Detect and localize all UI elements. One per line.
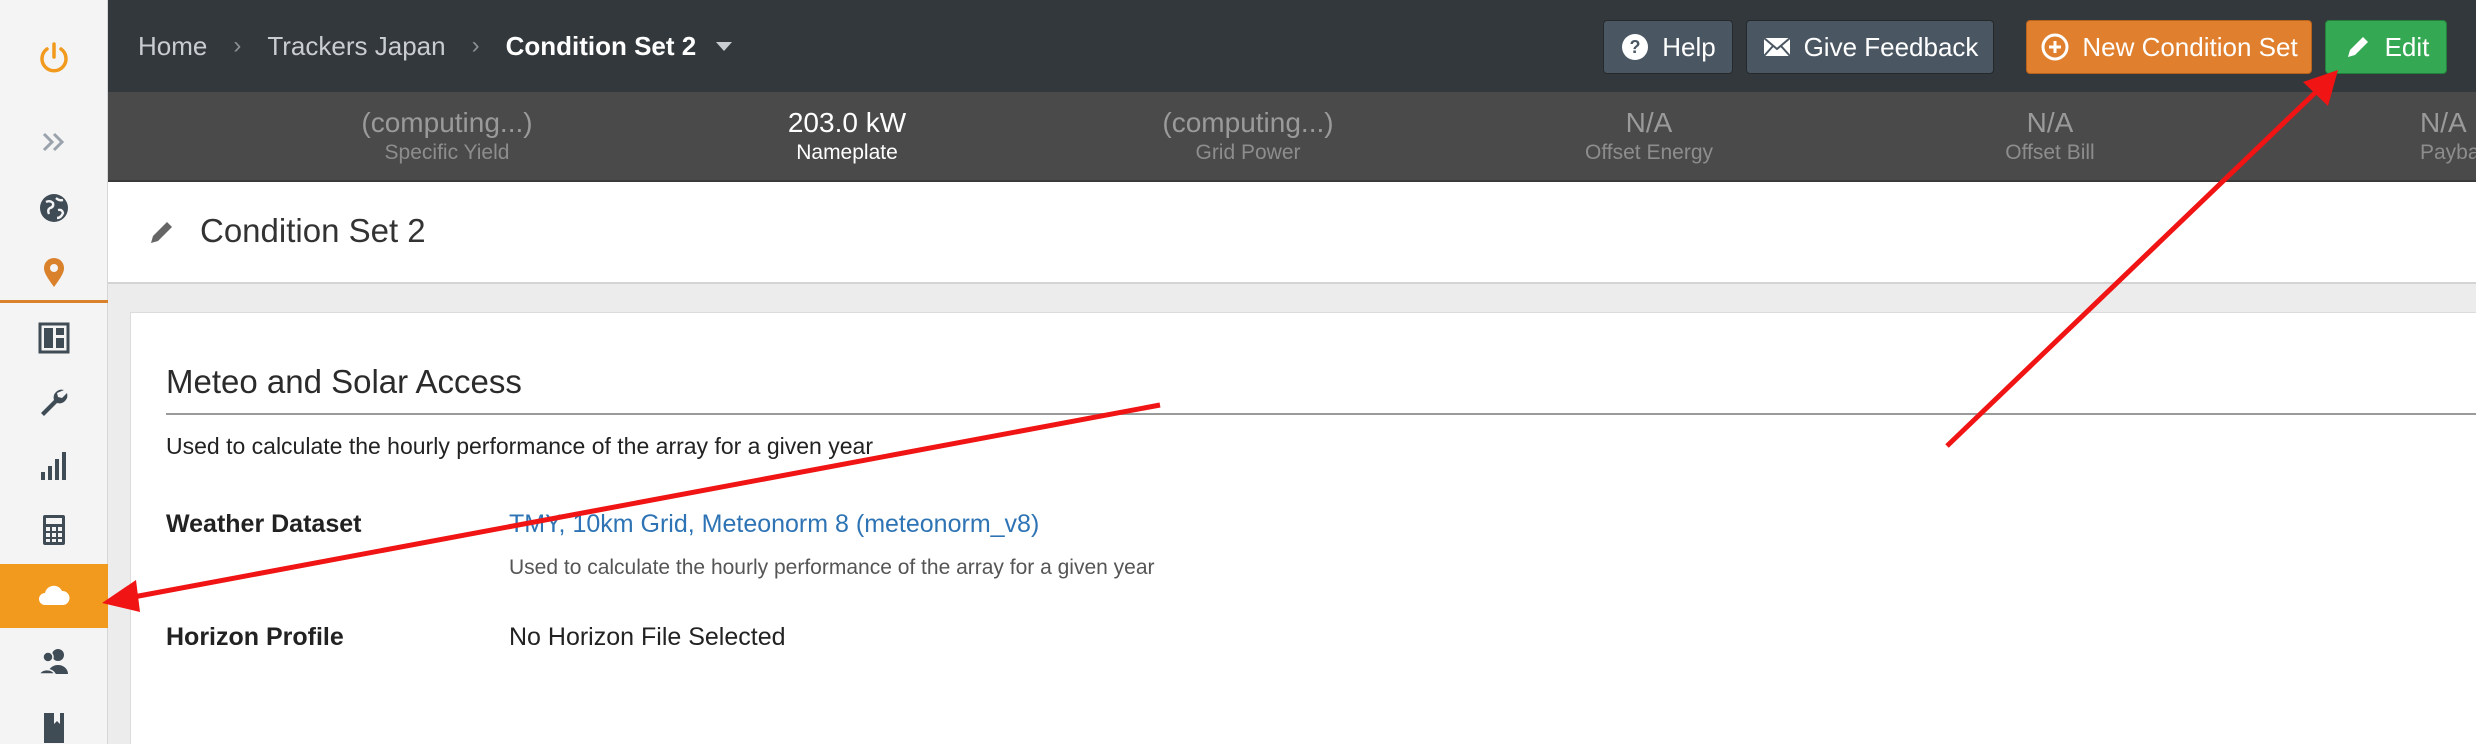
edit-button[interactable]: Edit (2325, 20, 2447, 74)
metric-label: Specific Yield (384, 141, 510, 164)
calculator-icon[interactable] (0, 498, 108, 562)
title-bar: Condition Set 2 (108, 182, 2476, 284)
section-title: Meteo and Solar Access (166, 363, 522, 400)
metric-label: Payback P (2420, 141, 2476, 164)
breadcrumb: Home › Trackers Japan › Condition Set 2 (138, 0, 733, 92)
metric-payback: N/A Payback P (2300, 106, 2476, 166)
new-condition-set-label: New Condition Set (2082, 31, 2298, 62)
sidebar (0, 0, 108, 744)
wrench-icon[interactable] (0, 370, 108, 434)
metric-label: Nameplate (796, 141, 898, 164)
meteo-section-card: Meteo and Solar Access Used to calculate… (130, 312, 2476, 744)
metric-value: (computing...) (361, 107, 533, 138)
book-icon[interactable] (0, 696, 108, 744)
pencil-icon (2347, 37, 2368, 57)
metric-value: N/A (1625, 107, 1673, 138)
envelope-icon (1762, 37, 1791, 57)
metric-specific-yield: (computing...) Specific Yield (297, 106, 597, 166)
bar-chart-icon[interactable] (0, 434, 108, 498)
power-icon[interactable] (0, 26, 108, 90)
metric-label: Grid Power (1195, 141, 1301, 164)
svg-text:?: ? (1630, 37, 1641, 57)
give-feedback-button[interactable]: Give Feedback (1746, 20, 1994, 74)
page-title[interactable]: Condition Set 2 (200, 212, 426, 250)
metric-offset-bill: N/A Offset Bill (1900, 106, 2200, 166)
help-label: Help (1662, 31, 1716, 62)
metrics-bar: (computing...) Specific Yield 203.0 kW N… (108, 92, 2476, 182)
breadcrumb-home[interactable]: Home (138, 31, 207, 62)
horizon-profile-value: No Horizon File Selected (509, 623, 786, 651)
cloud-icon[interactable] (0, 564, 108, 628)
metric-label: Offset Energy (1584, 141, 1713, 164)
help-button[interactable]: ? Help (1603, 20, 1733, 74)
layout-icon[interactable] (0, 306, 108, 370)
top-bar: Home › Trackers Japan › Condition Set 2 … (108, 0, 2476, 92)
location-pin-icon[interactable] (0, 240, 108, 304)
metric-nameplate: 203.0 kW Nameplate (697, 106, 997, 166)
new-condition-set-button[interactable]: New Condition Set (2026, 20, 2312, 74)
metric-value: 203.0 kW (787, 107, 907, 138)
metric-value: (computing...) (1162, 107, 1334, 138)
metric-grid-power: (computing...) Grid Power (1098, 106, 1398, 166)
chevron-down-icon[interactable] (716, 41, 733, 51)
section-divider (166, 413, 2476, 415)
weather-dataset-label: Weather Dataset (166, 510, 362, 538)
plus-circle-icon (2041, 33, 2069, 61)
feedback-label: Give Feedback (1803, 31, 1979, 62)
breadcrumb-current[interactable]: Condition Set 2 (506, 31, 697, 62)
question-icon: ? (1622, 34, 1649, 60)
metric-value: N/A (2026, 107, 2074, 138)
chevron-right-icon: › (471, 32, 480, 59)
metric-offset-energy: N/A Offset Energy (1499, 106, 1799, 166)
weather-dataset-link[interactable]: TMY, 10km Grid, Meteonorm 8 (meteonorm_v… (509, 510, 1039, 539)
users-icon[interactable] (0, 630, 108, 694)
edit-label: Edit (2384, 31, 2430, 62)
horizon-profile-label: Horizon Profile (166, 623, 344, 651)
expand-icon[interactable] (0, 110, 108, 174)
section-description: Used to calculate the hourly performance… (166, 433, 873, 459)
metric-value: N/A (2420, 107, 2467, 138)
sidebar-divider (0, 300, 108, 303)
globe-icon[interactable] (0, 176, 108, 240)
weather-dataset-help: Used to calculate the hourly performance… (509, 556, 1155, 579)
pencil-icon[interactable] (146, 216, 178, 248)
chevron-right-icon: › (233, 32, 242, 59)
breadcrumb-project[interactable]: Trackers Japan (267, 31, 445, 62)
metric-label: Offset Bill (2005, 141, 2095, 164)
